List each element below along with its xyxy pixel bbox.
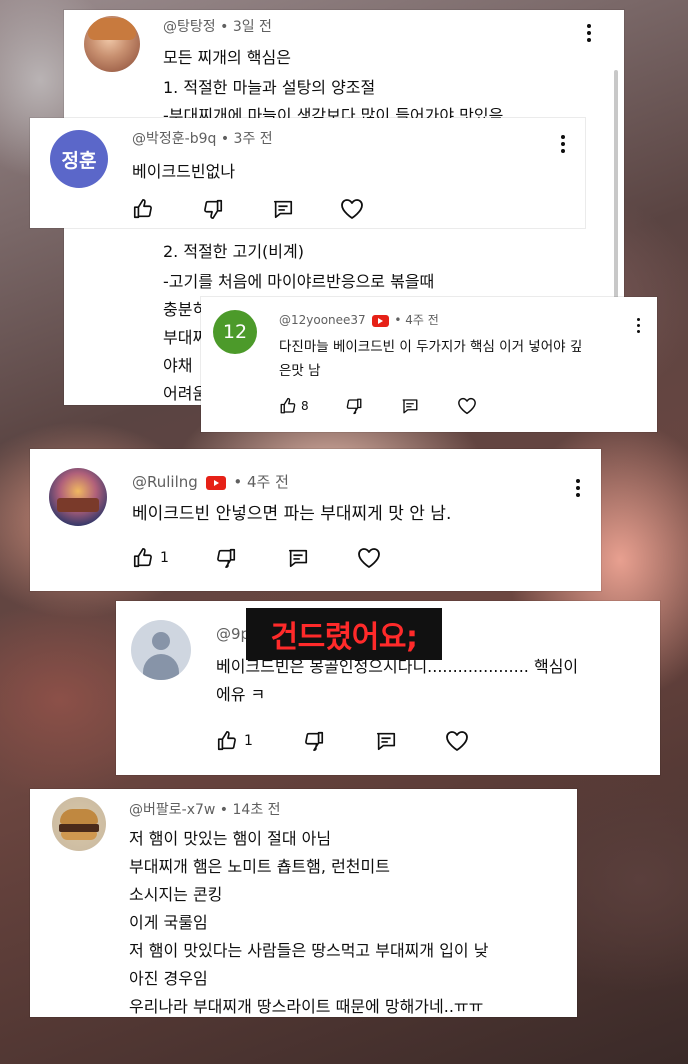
- caption-banner: 건드렸어요;: [246, 608, 442, 660]
- comment-time: 14초 전: [232, 802, 281, 818]
- comment-handle[interactable]: @탕탕정: [163, 19, 216, 35]
- reply-icon[interactable]: [401, 397, 419, 415]
- comment-text: 베이크드빈없나: [132, 162, 236, 181]
- reply-icon[interactable]: [272, 198, 294, 220]
- like-count: 1: [160, 550, 169, 566]
- comment-handle[interactable]: @12yoonee37: [279, 313, 366, 327]
- more-icon[interactable]: [575, 479, 581, 497]
- burger-patty: [59, 824, 99, 832]
- comment-meta: @Rulilng • 4주 전: [132, 473, 289, 491]
- heart-icon[interactable]: [357, 547, 381, 569]
- comment-card-6: @버팔로-x7w • 14초 전 저 햄이 맛있는 햄이 절대 아님 부대찌개 …: [30, 789, 577, 1017]
- like-icon[interactable]: [216, 730, 238, 752]
- hair-shape: [88, 18, 136, 40]
- avatar-body: [143, 654, 179, 680]
- burger-top: [60, 809, 98, 824]
- burger-bottom: [61, 832, 97, 840]
- avatar[interactable]: [49, 468, 107, 526]
- dislike-icon[interactable]: [303, 730, 325, 752]
- avatar-head: [152, 632, 170, 650]
- avatar[interactable]: [84, 16, 140, 72]
- comment-time: 4주 전: [405, 313, 439, 327]
- comment-time: 3주 전: [233, 131, 273, 147]
- like-count: 8: [301, 399, 309, 413]
- reply-icon[interactable]: [287, 547, 309, 569]
- avatar[interactable]: [131, 620, 191, 680]
- like-icon[interactable]: [279, 397, 297, 415]
- comment-line: 저 햄이 맛있다는 사람들은 땅스먹고 부대찌개 입이 낮: [129, 941, 489, 960]
- reply-icon[interactable]: [375, 730, 397, 752]
- comment-line: -고기를 처음에 마이야르반응으로 볶을때: [163, 272, 435, 291]
- comment-actions: [132, 198, 364, 220]
- comment-card-2: 정훈 @박정훈-b9q • 3주 전 베이크드빈없나: [30, 118, 585, 228]
- comment-line: 우리나라 부대찌개 땅스라이트 때문에 망해가네..ㅠㅠ: [129, 997, 484, 1016]
- comment-handle[interactable]: @9p: [216, 625, 250, 643]
- comment-handle[interactable]: @Rulilng: [132, 473, 198, 491]
- heart-icon[interactable]: [445, 730, 469, 752]
- like-count: 1: [244, 733, 253, 749]
- avatar[interactable]: 정훈: [50, 130, 108, 188]
- avatar-initials: 12: [222, 321, 248, 343]
- caption-text: 건드렸어요;: [270, 620, 419, 655]
- comment-meta: @버팔로-x7w • 14초 전: [129, 802, 281, 818]
- scrollbar[interactable]: [614, 70, 618, 310]
- like-icon[interactable]: [132, 198, 154, 220]
- heart-icon[interactable]: [340, 198, 364, 220]
- avatar-initials: 정훈: [61, 149, 97, 172]
- comment-meta: @12yoonee37 • 4주 전: [279, 313, 439, 327]
- comment-meta: @박정훈-b9q • 3주 전: [132, 131, 273, 147]
- comment-time: 3일 전: [232, 19, 272, 35]
- comment-line: 에유 ㅋ: [216, 685, 266, 704]
- dislike-icon[interactable]: [345, 397, 363, 415]
- comment-actions: 1: [132, 547, 381, 569]
- comment-line: 1. 적절한 마늘과 설탕의 양조절: [163, 78, 376, 97]
- youtube-badge-icon: [205, 475, 226, 490]
- youtube-badge-icon: [371, 314, 389, 327]
- avatar[interactable]: [52, 797, 106, 851]
- more-icon[interactable]: [635, 318, 641, 333]
- comment-actions: 8: [279, 397, 477, 415]
- comment-time: 4주 전: [246, 473, 289, 491]
- comment-line: 모든 찌개의 핵심은: [163, 48, 291, 67]
- comment-line: 은맛 남: [279, 363, 321, 379]
- comment-meta: @탕탕정 • 3일 전: [163, 19, 272, 35]
- comment-text: 베이크드빈 안넣으면 파는 부대찌게 맛 안 남.: [132, 504, 452, 524]
- avatar-image: [57, 498, 99, 512]
- comment-handle[interactable]: @버팔로-x7w: [129, 802, 215, 818]
- comment-line: 2. 적절한 고기(비계): [163, 242, 304, 261]
- comment-line: 야채: [163, 356, 193, 375]
- comment-line: 이게 국룰임: [129, 913, 208, 932]
- avatar[interactable]: 12: [213, 310, 257, 354]
- like-icon[interactable]: [132, 547, 154, 569]
- comment-actions: 1: [216, 730, 469, 752]
- dislike-icon[interactable]: [202, 198, 224, 220]
- more-icon[interactable]: [586, 24, 592, 42]
- heart-icon[interactable]: [457, 397, 477, 415]
- dislike-icon[interactable]: [215, 547, 237, 569]
- comment-line: 다진마늘 베이크드빈 이 두가지가 핵심 이거 넣어야 깊: [279, 339, 583, 355]
- comment-line: 소시지는 콘킹: [129, 885, 223, 904]
- comment-card-4: @Rulilng • 4주 전 베이크드빈 안넣으면 파는 부대찌게 맛 안 남…: [30, 449, 601, 591]
- comment-handle[interactable]: @박정훈-b9q: [132, 131, 216, 147]
- comment-line: 아진 경우임: [129, 969, 208, 988]
- comment-card-3: 12 @12yoonee37 • 4주 전 다진마늘 베이크드빈 이 두가지가 …: [201, 297, 657, 432]
- more-icon[interactable]: [560, 135, 566, 153]
- comment-line: 부대찌개 햄은 노미트 춉트햄, 런천미트: [129, 857, 390, 876]
- comment-line: 저 햄이 맛있는 햄이 절대 아님: [129, 829, 332, 848]
